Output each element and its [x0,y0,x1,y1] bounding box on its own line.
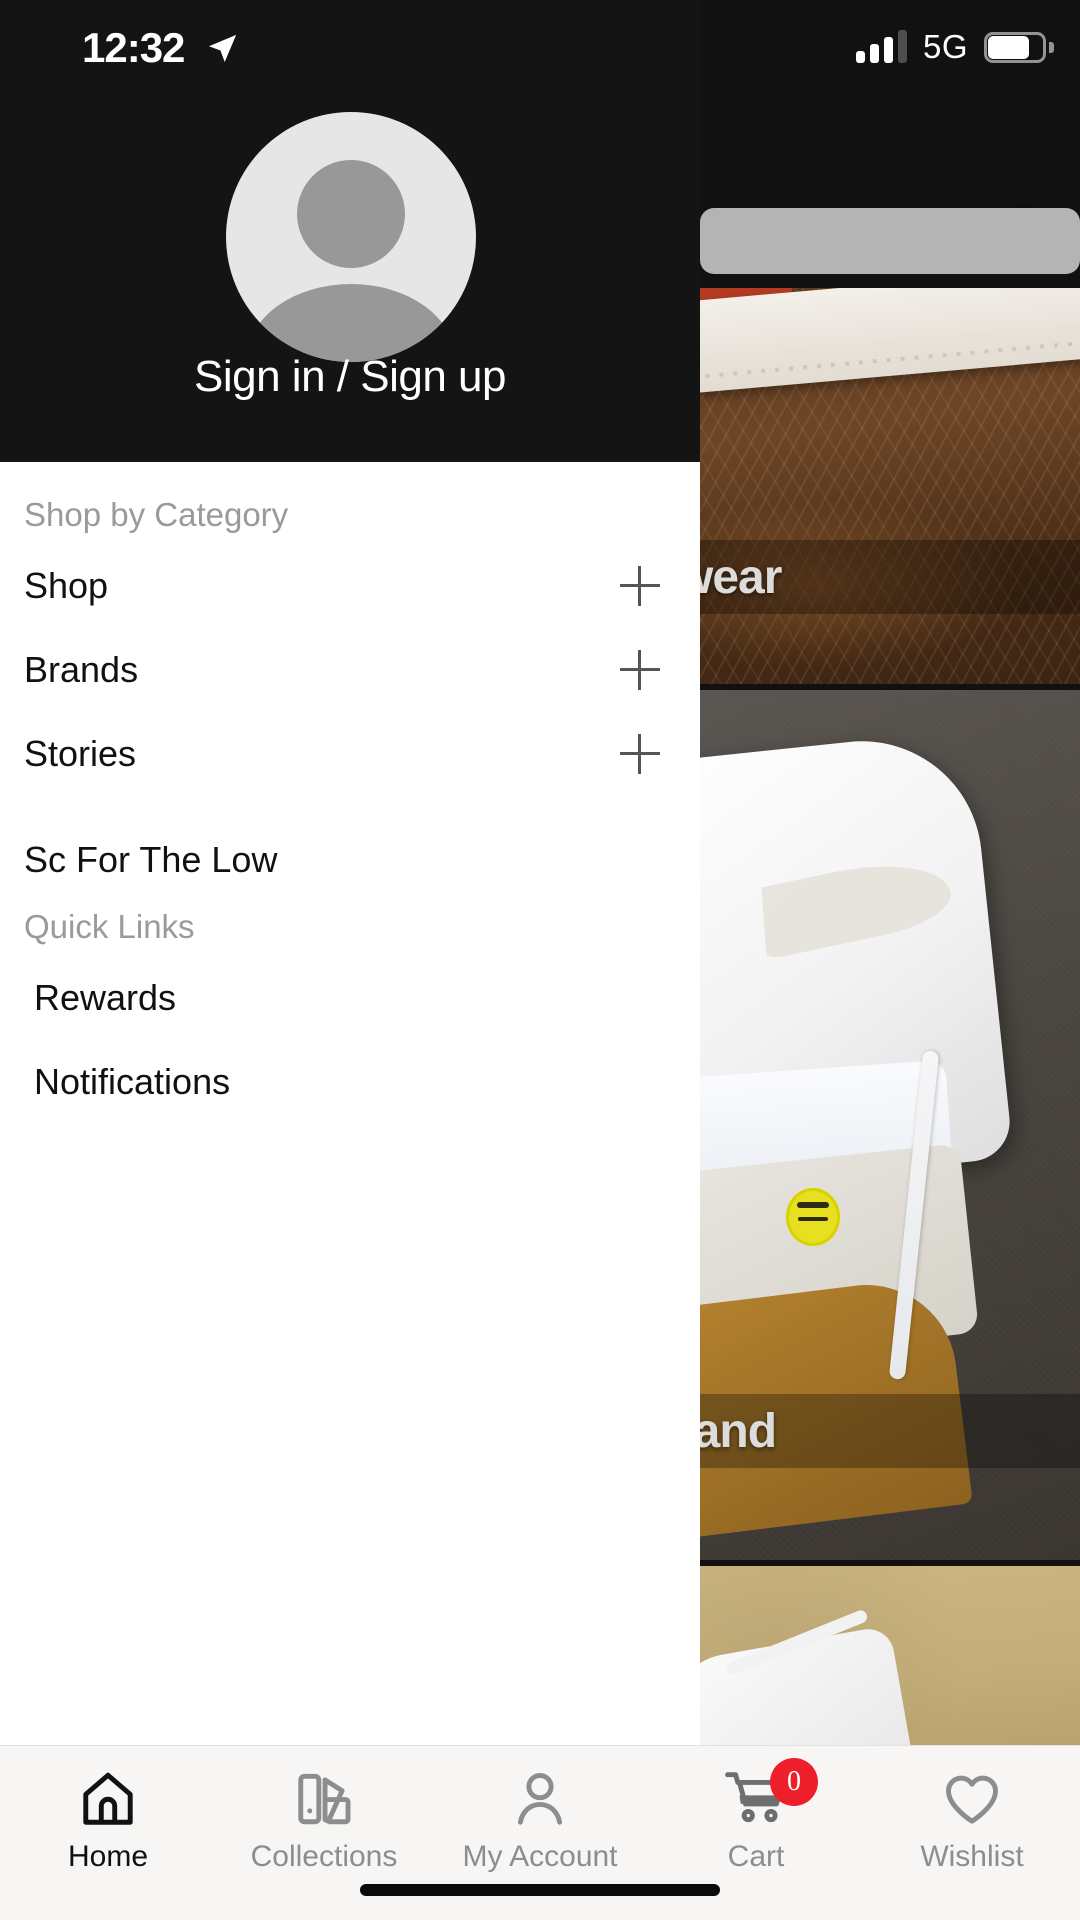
drawer-item-label: Stories [24,733,137,774]
home-card-third[interactable] [700,1566,1080,1746]
cart-count-badge: 0 [770,1758,818,1806]
drawer-menu: Shop by Category Shop Brands Stories Sc … [0,462,700,1124]
sign-in-sign-up-button[interactable]: Sign in / Sign up [0,352,700,402]
collections-icon [298,1773,351,1825]
drawer-item-shop[interactable]: Shop [0,544,700,628]
nav-item-label: My Account [462,1840,618,1873]
drawer-item-sc-for-the-low[interactable]: Sc For The Low [0,818,700,902]
drawer-item-brands[interactable]: Brands [0,628,700,712]
navigation-drawer: Sign in / Sign up Shop by Category Shop … [0,0,700,1745]
home-card-brand[interactable]: rand [700,690,1080,1560]
drawer-item-stories[interactable]: Stories [0,712,700,796]
smiley-face-patch [786,1188,840,1246]
section-label-shop-by-category: Shop by Category [24,496,289,533]
plus-icon[interactable] [620,734,660,774]
person-icon [517,1773,563,1825]
drawer-item-label: Rewards [34,977,177,1018]
nav-item-wishlist[interactable]: Wishlist [864,1746,1080,1874]
nav-item-cart[interactable]: 0 Cart [648,1746,864,1874]
drawer-item-label: Shop [24,565,109,606]
home-card-caption: rand [700,1394,1080,1468]
nav-item-label: Home [67,1840,149,1873]
home-indicator-bar[interactable] [360,1884,720,1896]
app-screen: 0 wear rand [0,0,1080,1920]
nav-item-my-account[interactable]: My Account [432,1746,648,1874]
home-icon [83,1772,133,1825]
status-bar: 12:32 5G [0,0,1080,96]
avatar-body-shape [247,284,455,362]
home-search-bar[interactable] [700,208,1080,274]
home-card-footwear[interactable]: wear [700,288,1080,684]
nav-item-label: Cart [727,1840,785,1873]
plus-icon[interactable] [620,650,660,690]
nav-item-collections[interactable]: Collections [216,1746,432,1874]
battery-icon [984,31,1054,63]
drawer-item-rewards[interactable]: Rewards [0,956,700,1040]
nav-item-label: Collections [250,1840,398,1873]
home-card-caption-text: rand [700,1404,777,1458]
drawer-item-label: Notifications [34,1061,231,1102]
drawer-item-label: Sc For The Low [24,839,278,880]
user-avatar-icon [226,112,476,362]
status-bar-indicators: 5G [855,28,1054,66]
location-arrow-icon [208,34,237,63]
drawer-item-label: Brands [24,649,139,690]
avatar-head-shape [297,160,405,268]
nav-item-label: Wishlist [920,1840,1024,1873]
status-bar-time: 12:32 [82,24,185,71]
avatar[interactable] [226,112,476,362]
heart-icon [946,1775,998,1824]
home-card-caption-text: wear [700,550,782,604]
drawer-item-notifications[interactable]: Notifications [0,1040,700,1124]
home-card-caption: wear [700,540,1080,614]
section-label-quick-links: Quick Links [24,908,195,945]
plus-icon[interactable] [620,566,660,606]
network-type-label: 5G [922,28,968,65]
cellular-signal-icon [855,30,907,63]
nav-item-home[interactable]: Home [0,1746,216,1874]
